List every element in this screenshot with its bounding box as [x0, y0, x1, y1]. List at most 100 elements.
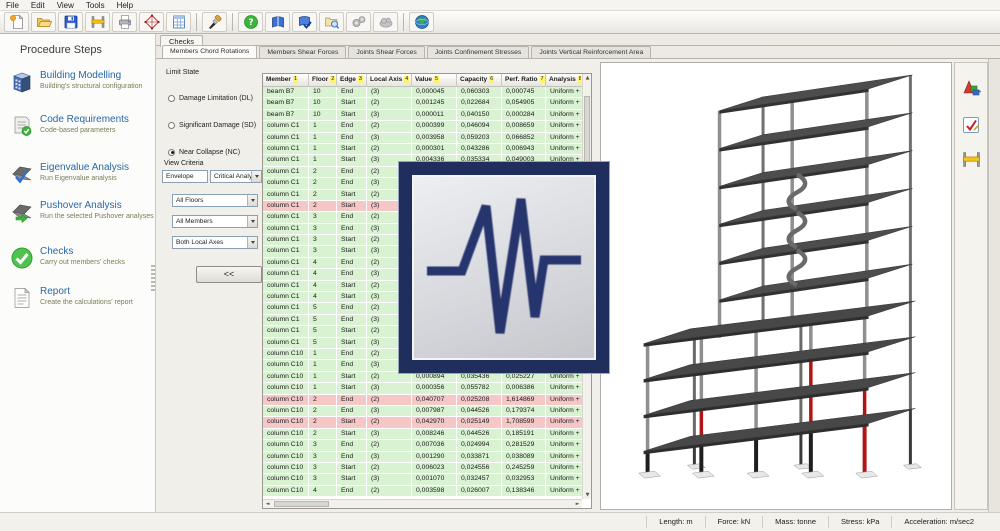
menu-item-file[interactable]: File — [0, 1, 25, 10]
save-project-button[interactable] — [58, 12, 83, 32]
print-report-button[interactable] — [112, 12, 137, 32]
table-cell: (2) — [367, 394, 412, 405]
table-cell: Start — [337, 462, 367, 474]
table-row[interactable]: column C10 1 Start (3) 0,000356 0,055782 0,006… — [263, 383, 582, 395]
table-row[interactable]: column C10 2 End (3) 0,007987 0,044526 0,17937… — [263, 405, 582, 418]
table-row[interactable]: column C10 3 Start (2) 0,006023 0,024556 0,245… — [263, 462, 582, 475]
display-options-button[interactable] — [202, 12, 227, 32]
table-row[interactable]: beam B7 10 End (3) 0,000045 0,060303 0,000745 U… — [263, 87, 582, 99]
sidebar-item-desc: Create the calculations' report — [40, 299, 133, 306]
table-row[interactable]: column C10 1 Start (2) 0,000894 0,035436 0,025… — [263, 371, 582, 384]
scroll-right-icon[interactable]: ► — [573, 500, 582, 508]
radio-circle-icon — [168, 94, 175, 102]
table-cell: Start — [337, 143, 367, 155]
open-project-button[interactable] — [31, 12, 56, 32]
table-cell: 3 — [309, 474, 337, 485]
subtab-joints-confinement-stresses[interactable]: Joints Confinement Stresses — [426, 46, 530, 58]
browse-results-button[interactable] — [319, 12, 344, 32]
envelope-label: Envelope — [166, 173, 194, 180]
menu-item-help[interactable]: Help — [111, 1, 139, 10]
members-combo[interactable]: All Members — [172, 215, 258, 228]
sidebar-item-code-requirements[interactable]: Code Requirements Code-based parameters — [8, 114, 154, 148]
help-button[interactable]: ? — [238, 12, 263, 32]
scroll-left-icon[interactable]: ◄ — [263, 500, 272, 508]
table-row[interactable]: beam B7 10 Start (2) 0,001245 0,022684 0,05490… — [263, 98, 582, 110]
sidebar-item-eigenvalue-analysis[interactable]: Eigenvalue Analysis Run Eigenvalue analy… — [8, 162, 154, 196]
status-acceleration: Acceleration: m/sec2 — [891, 516, 986, 528]
table-row[interactable]: column C1 1 End (2) 0,000399 0,046094 0,008659… — [263, 121, 582, 133]
table-row[interactable]: column C10 2 End (2) 0,040707 0,025208 1,61486… — [263, 394, 582, 406]
table-row[interactable]: column C10 2 Start (2) 0,042970 0,025149 1,708… — [263, 417, 582, 429]
website-button[interactable] — [409, 12, 434, 32]
menu-item-edit[interactable]: Edit — [25, 1, 51, 10]
table-cell: 0,033871 — [457, 451, 502, 462]
table-row[interactable]: column C10 3 Start (3) 0,001070 0,032457 0,032… — [263, 474, 582, 486]
subtab-joints-shear-forces[interactable]: Joints Shear Forces — [348, 46, 425, 58]
table-cell: 0,060303 — [457, 87, 502, 98]
table-cell: Start — [337, 200, 367, 212]
table-cell: 3 — [309, 440, 337, 451]
envelope-box[interactable]: Envelope — [162, 170, 208, 183]
collapse-panel-button[interactable]: << — [196, 266, 262, 283]
column-header-value[interactable]: Value 5 — [412, 74, 457, 87]
chevron-down-icon — [247, 195, 257, 206]
verification-button[interactable] — [292, 12, 317, 32]
table-row[interactable]: column C10 3 End (2) 0,007036 0,024994 0,28152… — [263, 440, 582, 452]
structural-mesh-button[interactable] — [139, 12, 164, 32]
cloud-services-button[interactable] — [373, 12, 398, 32]
user-manual-button[interactable] — [265, 12, 290, 32]
subtab-joints-vertical-reinforcement-area[interactable]: Joints Vertical Reinforcement Area — [531, 46, 652, 58]
menu-item-tools[interactable]: Tools — [80, 1, 111, 10]
column-header-capacity[interactable]: Capacity 6 — [457, 74, 502, 87]
analysis-type-combo[interactable]: Critical Analysis — [210, 170, 262, 183]
sidebar-splitter-handle[interactable] — [151, 265, 155, 291]
scroll-up-icon[interactable]: ▲ — [583, 74, 592, 82]
view-3d-settings-icon[interactable] — [961, 77, 982, 98]
subtab-members-shear-forces[interactable]: Members Shear Forces — [259, 46, 347, 58]
checks-settings-icon[interactable] — [961, 115, 982, 136]
sidebar-item-checks[interactable]: Checks Carry out members' checks — [8, 246, 154, 280]
column-header-perf_ratio[interactable]: Perf. Ratio 7 — [502, 74, 546, 87]
checks-controls-panel: Limit State Damage Limitation (DL) Signif… — [156, 59, 262, 512]
section-view-icon[interactable] — [961, 149, 982, 170]
floors-combo[interactable]: All Floors — [172, 194, 258, 207]
table-cell: column C10 — [263, 394, 309, 405]
table-row[interactable]: beam B7 10 Start (3) 0,000011 0,040150 0,00028… — [263, 109, 582, 122]
subtab-members-chord-rotations[interactable]: Members Chord Rotations — [162, 45, 258, 58]
column-header-analysis[interactable]: Analysis 8 — [546, 74, 581, 87]
horizontal-scroll-thumb[interactable] — [274, 501, 329, 507]
radio-damage-limitation-dl-[interactable]: Damage Limitation (DL) — [168, 93, 253, 103]
table-cell: End — [337, 303, 367, 314]
table-horizontal-scrollbar[interactable]: ◄ ► — [263, 499, 582, 508]
sidebar-item-report[interactable]: Report Create the calculations' report — [8, 286, 154, 320]
table-row[interactable]: column C10 2 Start (3) 0,008246 0,044526 0,185… — [263, 428, 582, 441]
table-row[interactable]: column C1 1 Start (2) 0,000301 0,043286 0,0069… — [263, 143, 582, 156]
settings-button[interactable] — [346, 12, 371, 32]
new-file-button[interactable] — [4, 12, 29, 32]
table-row[interactable]: column C10 4 End (2) 0,003598 0,026007 0,13834… — [263, 485, 582, 498]
sidebar-item-pushover-analysis[interactable]: Pushover Analysis Run the selected Pusho… — [8, 200, 154, 234]
column-header-floor[interactable]: Floor 2 — [309, 74, 337, 87]
menu-item-view[interactable]: View — [51, 1, 80, 10]
3d-model-viewport[interactable] — [600, 62, 952, 510]
table-row[interactable]: column C1 1 End (3) 0,003958 0,059203 0,066852… — [263, 132, 582, 144]
radio-near-collapse-nc-[interactable]: Near Collapse (NC) — [168, 147, 240, 157]
table-cell: beam B7 — [263, 98, 309, 109]
table-cell: column C1 — [263, 337, 309, 348]
axes-combo[interactable]: Both Local Axes — [172, 236, 258, 249]
column-header-member[interactable]: Member 1 — [263, 74, 309, 87]
calculator-button[interactable] — [166, 12, 191, 32]
building-modeller-button[interactable] — [85, 12, 110, 32]
table-cell: column C1 — [263, 166, 309, 178]
sidebar-item-building-modelling[interactable]: Building Modelling Building's structural… — [8, 70, 154, 104]
table-cell: End — [337, 451, 367, 462]
table-row[interactable]: column C10 3 End (3) 0,001290 0,033871 0,03808… — [263, 451, 582, 463]
scroll-down-icon[interactable]: ▼ — [583, 491, 592, 499]
column-header-edge[interactable]: Edge 3 — [337, 74, 367, 87]
table-cell: 0,026007 — [457, 485, 502, 497]
radio-significant-damage-sd-[interactable]: Significant Damage (SD) — [168, 120, 256, 130]
table-cell: 3 — [309, 223, 337, 235]
table-cell: End — [337, 314, 367, 326]
column-header-local_axis[interactable]: Local Axis 4 — [367, 74, 412, 87]
sidebar-item-label: Eigenvalue Analysis — [40, 162, 129, 173]
